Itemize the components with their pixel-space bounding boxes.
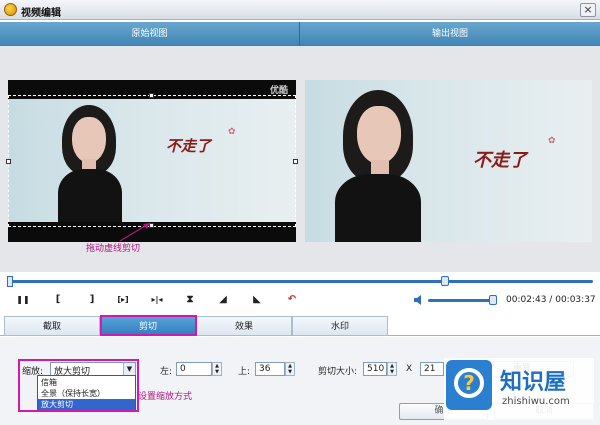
undo-button[interactable]: ↶ <box>285 293 299 307</box>
crop-width-input[interactable]: 510 <box>363 362 387 376</box>
close-button[interactable]: × <box>580 3 596 17</box>
zoom-highlight <box>18 359 139 412</box>
crop-tab-highlight <box>100 315 197 336</box>
step-button[interactable]: ▸|◂ <box>148 293 166 307</box>
fade-out-button[interactable]: ◣ <box>250 293 264 307</box>
pause-button[interactable]: ❚❚ <box>16 293 30 307</box>
output-preview: 不走了 ✿ <box>305 80 592 242</box>
preview-area: 优酷 不走了 ✿ 不走了 ✿ <box>0 46 600 272</box>
crop-handle-top[interactable] <box>149 93 154 98</box>
crop-handle-left[interactable] <box>6 159 11 164</box>
logo-title: 知识屋 <box>500 370 567 395</box>
split-button[interactable]: ⧗ <box>183 293 197 307</box>
timeline-start-marker[interactable] <box>7 276 13 287</box>
playback-controls: ❚❚ [ ] [▸] ▸|◂ ⧗ ◢ ◣ ↶ 00:02:43 / 00:03:… <box>0 290 600 312</box>
site-logo: ? 知识屋 zhishiwu.com <box>444 358 594 420</box>
volume-slider-thumb[interactable] <box>489 295 497 305</box>
left-stepper[interactable]: ▲ ▼ <box>212 362 222 376</box>
drag-arrow <box>119 222 151 242</box>
logo-subtitle: zhishiwu.com <box>502 396 570 407</box>
tab-watermark[interactable]: 水印 <box>292 316 388 336</box>
person-shirt <box>335 174 421 242</box>
crop-frame[interactable] <box>8 95 296 227</box>
volume-icon[interactable] <box>413 294 425 306</box>
video-overlay-text: 不走了 <box>473 150 527 171</box>
crop-height-input[interactable]: 21 <box>420 362 444 376</box>
title-bar: 视频编辑 × <box>0 0 600 20</box>
mark-out-button[interactable]: ] <box>85 293 99 307</box>
timeline[interactable] <box>7 276 593 287</box>
time-display: 00:02:43 / 00:03:37 <box>506 295 596 305</box>
person-face <box>357 106 401 164</box>
timeline-track <box>7 280 593 283</box>
tab-trim[interactable]: 截取 <box>4 316 100 336</box>
output-view-header: 输出视图 <box>300 22 600 46</box>
top-label: 上: <box>238 367 251 377</box>
timeline-playhead[interactable] <box>441 276 449 286</box>
top-stepper[interactable]: ▲ ▼ <box>285 362 295 376</box>
logo-icon: ? <box>446 360 492 410</box>
flower-icon: ✿ <box>548 136 556 146</box>
crop-width-stepper[interactable]: ▲ ▼ <box>387 362 397 376</box>
app-icon <box>4 3 17 16</box>
total-time: 00:03:37 <box>555 295 596 305</box>
original-preview[interactable]: 优酷 不走了 ✿ <box>6 80 298 242</box>
volume-track[interactable] <box>428 299 496 302</box>
left-label: 左: <box>160 367 173 377</box>
fade-in-button[interactable]: ◢ <box>216 293 230 307</box>
tab-effects[interactable]: 效果 <box>196 316 292 336</box>
edit-tabs: 截取 剪切 效果 水印 <box>0 316 600 336</box>
mark-in-button[interactable]: [ <box>51 293 65 307</box>
drag-annotation: 拖动虚线剪切 <box>86 244 141 254</box>
time-separator: / <box>549 295 553 305</box>
current-time: 00:02:43 <box>506 295 547 305</box>
original-view-header: 原始视图 <box>0 22 300 46</box>
crop-handle-right[interactable] <box>293 159 298 164</box>
times-label: X <box>406 364 413 374</box>
top-input[interactable]: 36 <box>255 362 285 376</box>
play-selection-button[interactable]: [▸] <box>113 293 133 307</box>
left-input[interactable]: 0 <box>176 362 212 376</box>
zoom-annotation: 设置缩放方式 <box>138 392 193 402</box>
crop-size-label: 剪切大小: <box>318 367 358 377</box>
question-icon: ? <box>454 368 484 398</box>
window-title: 视频编辑 <box>21 8 61 19</box>
